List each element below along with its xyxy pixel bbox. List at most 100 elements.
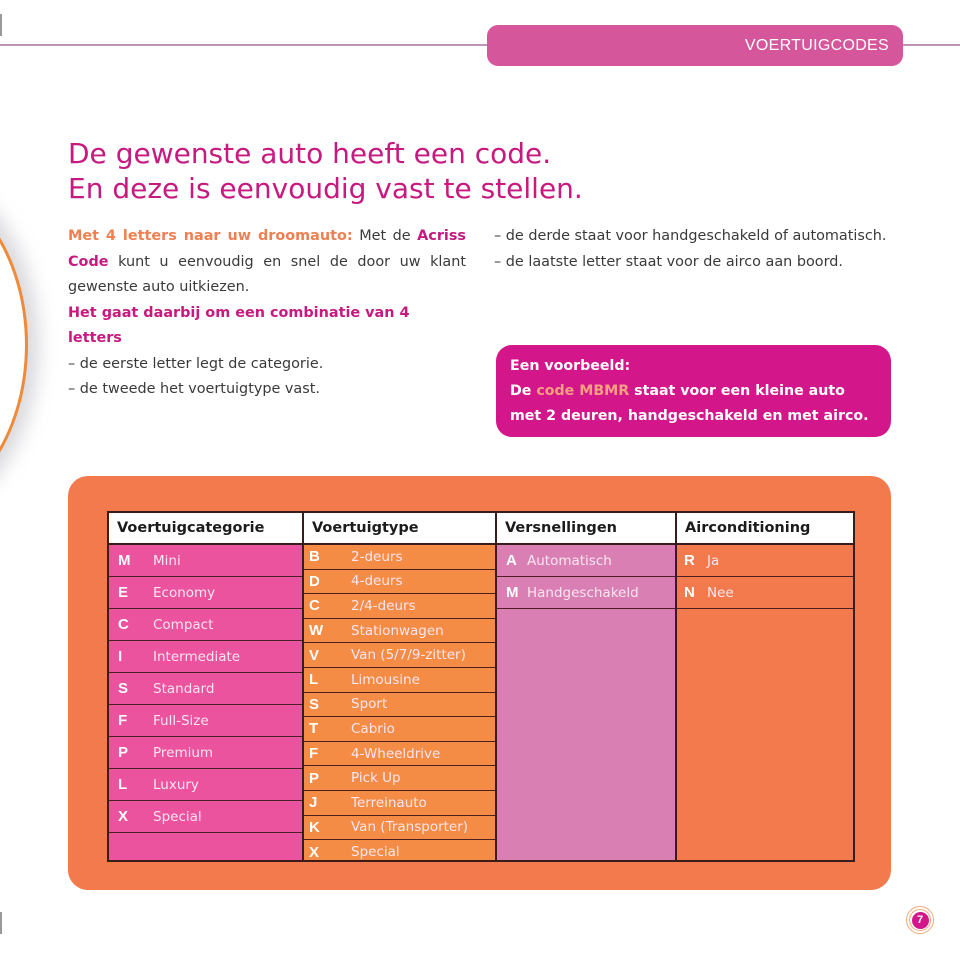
table-row: B 2-deurs: [304, 545, 495, 570]
row-label: Van (5/7/9-zitter): [351, 647, 466, 664]
row-label: Special: [153, 808, 202, 825]
row-code: N: [684, 584, 695, 601]
row-code: F: [118, 712, 128, 729]
row-code: F: [309, 745, 319, 763]
example-text: De code MBMR staat voor een kleine auto …: [510, 379, 877, 429]
point-second-letter: – de tweede het voertuigtype vast.: [68, 381, 320, 397]
row-label: 2-deurs: [351, 548, 403, 565]
lead-text: Met de: [352, 228, 418, 244]
table-row: E Economy: [109, 577, 302, 609]
row-code: A: [506, 552, 517, 569]
table-row: A Automatisch: [497, 545, 675, 577]
column-header: Airconditioning: [677, 513, 853, 545]
row-code: P: [118, 744, 129, 761]
row-label: Mini: [153, 552, 181, 569]
row-code: E: [118, 584, 129, 601]
lead-text-continued: kunt u eenvoudig en snel de door uw klan…: [68, 253, 466, 296]
point-third-letter: – de derde staat voor handgeschakeld of …: [494, 228, 887, 244]
lead-highlight: Met 4 letters naar uw droomauto:: [68, 228, 353, 244]
row-code: V: [309, 646, 320, 664]
title-line-1: De gewenste auto heeft een code.: [68, 137, 552, 170]
row-code: J: [309, 794, 318, 812]
row-label: Sport: [351, 696, 388, 713]
table-row: J Terreinauto: [304, 791, 495, 816]
row-label: Van (Transporter): [351, 819, 469, 836]
row-code: M: [118, 552, 131, 569]
table-row: I Intermediate: [109, 641, 302, 673]
row-code: C: [309, 597, 320, 615]
row-code: W: [309, 622, 324, 640]
intro-column-left: Met 4 letters naar uw droomauto: Met de …: [68, 224, 466, 403]
page-number-ring: 7: [909, 909, 931, 931]
row-code: X: [309, 843, 320, 861]
row-label: Ja: [707, 552, 720, 569]
point-first-letter: – de eerste letter legt de categorie.: [68, 355, 324, 372]
row-label: Nee: [707, 584, 734, 601]
table-row: X Special: [304, 840, 495, 865]
column-header: Voertuigtype: [304, 513, 495, 545]
row-code: S: [118, 680, 129, 697]
row-label: Automatisch: [527, 552, 612, 569]
column-transmission: Versnellingen A Automatisch M Handgeschakel…: [495, 513, 675, 860]
table-row: S Sport: [304, 693, 495, 718]
row-label: Handgeschakeld: [527, 584, 639, 601]
row-label: 4-deurs: [351, 573, 403, 590]
crop-mark: [0, 14, 2, 36]
row-label: Limousine: [351, 671, 420, 688]
decorative-arc: [0, 175, 28, 515]
table-row: S Standard: [109, 673, 302, 705]
row-label: Compact: [153, 616, 214, 633]
page-number-badge: 7: [906, 906, 934, 934]
table-row: V Van (5/7/9-zitter): [304, 643, 495, 668]
row-label: Terreinauto: [351, 794, 427, 811]
row-label: 4-Wheeldrive: [351, 745, 441, 762]
point-fourth-letter: – de laatste letter staat voor de airco …: [494, 253, 843, 270]
row-label: Luxury: [153, 776, 199, 793]
table-row: D 4-deurs: [304, 570, 495, 595]
row-code: R: [684, 552, 695, 569]
intro-column-right: – de derde staat voor handgeschakeld of …: [494, 224, 892, 275]
table-row: P Pick Up: [304, 766, 495, 791]
row-code: M: [506, 584, 519, 601]
table-row: L Luxury: [109, 769, 302, 801]
table-row: L Limousine: [304, 668, 495, 693]
row-code: P: [309, 769, 320, 787]
column-header: Voertuigcategorie: [109, 513, 302, 545]
section-header: VOERTUIGCODES: [487, 25, 903, 66]
row-code: X: [118, 808, 129, 825]
column-vehicle-type: Voertuigtype B 2-deurs D 4-deurs C 2/4-deurs W…: [302, 513, 495, 861]
title-line-2: En deze is eenvoudig vast te stellen.: [68, 172, 583, 205]
row-label: Cabrio: [351, 720, 395, 737]
row-label: 2/4-deurs: [351, 597, 416, 614]
table-row: C Compact: [109, 609, 302, 641]
page-title: De gewenste auto heeft een code. En deze…: [68, 136, 688, 206]
table-row: T Cabrio: [304, 717, 495, 742]
row-label: Premium: [153, 744, 214, 761]
row-code: L: [309, 671, 319, 689]
row-code: S: [309, 695, 320, 713]
section-label: VOERTUIGCODES: [744, 36, 889, 54]
row-label: Economy: [153, 584, 216, 601]
row-code: K: [309, 818, 320, 836]
table-row: M Handgeschakeld: [497, 577, 675, 609]
row-code: D: [309, 572, 320, 590]
row-code: I: [118, 648, 123, 665]
intro-paragraph: Met 4 letters naar uw droomauto: Met de …: [68, 224, 466, 301]
combination-text: Het gaat daarbij om een combinatie van 4…: [68, 304, 410, 347]
table-row: M Mini: [109, 545, 302, 577]
example-callout: Een voorbeeld: De code MBMR staat voor e…: [496, 345, 891, 437]
row-label: Stationwagen: [351, 622, 444, 639]
row-label: Full-Size: [153, 712, 209, 729]
example-code: code MBMR: [536, 383, 630, 399]
example-heading: Een voorbeeld:: [510, 358, 631, 374]
table-row: X Special: [109, 801, 302, 833]
table-row: C 2/4-deurs: [304, 594, 495, 619]
row-code: B: [309, 548, 320, 566]
row-code: T: [309, 720, 319, 738]
acriss-code-table: Voertuigcategorie M Mini E Economy C Compact I…: [107, 511, 855, 862]
table-row: F Full-Size: [109, 705, 302, 737]
table-row: F 4-Wheeldrive: [304, 742, 495, 767]
example-text-before: De: [510, 383, 537, 399]
row-label: Special: [351, 844, 400, 861]
table-row: P Premium: [109, 737, 302, 769]
